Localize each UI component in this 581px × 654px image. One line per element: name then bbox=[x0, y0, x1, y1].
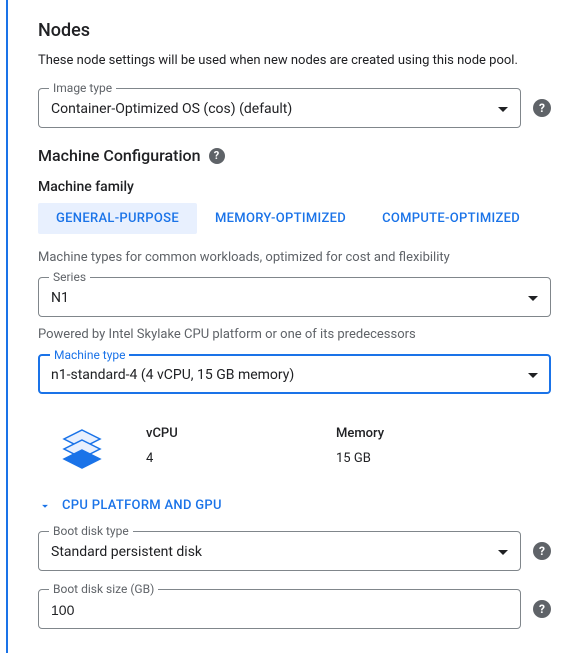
boot-disk-size-value[interactable] bbox=[51, 602, 508, 618]
chevron-down-icon bbox=[528, 296, 538, 301]
help-icon[interactable]: ? bbox=[533, 542, 551, 560]
nodes-description: These node settings will be used when ne… bbox=[38, 53, 551, 68]
boot-disk-type-value: Standard persistent disk bbox=[51, 544, 490, 560]
expander-label: CPU PLATFORM AND GPU bbox=[62, 498, 222, 513]
chevron-down-icon bbox=[528, 373, 538, 378]
boot-disk-size-input[interactable]: Boot disk size (GB) bbox=[38, 589, 521, 629]
nodes-heading: Nodes bbox=[38, 20, 551, 41]
machine-type-label: Machine type bbox=[50, 348, 129, 362]
cpu-platform-gpu-expander[interactable]: CPU PLATFORM AND GPU bbox=[38, 498, 551, 513]
help-icon[interactable]: ? bbox=[533, 99, 551, 117]
tab-memory-optimized[interactable]: MEMORY-OPTIMIZED bbox=[197, 203, 364, 234]
vcpu-value: 4 bbox=[146, 451, 296, 466]
tab-general-purpose[interactable]: GENERAL-PURPOSE bbox=[38, 203, 197, 234]
vcpu-label: vCPU bbox=[146, 426, 296, 441]
image-type-select[interactable]: Image type Container-Optimized OS (cos) … bbox=[38, 88, 521, 128]
memory-value: 15 GB bbox=[336, 451, 486, 466]
tab-compute-optimized[interactable]: COMPUTE-OPTIMIZED bbox=[364, 203, 538, 234]
machine-type-value: n1-standard-4 (4 vCPU, 15 GB memory) bbox=[51, 367, 520, 383]
series-select[interactable]: Series N1 bbox=[38, 277, 551, 317]
boot-disk-type-select[interactable]: Boot disk type Standard persistent disk bbox=[38, 531, 521, 571]
chevron-down-icon bbox=[38, 499, 52, 513]
chevron-down-icon bbox=[498, 550, 508, 555]
series-hint: Powered by Intel Skylake CPU platform or… bbox=[38, 327, 551, 342]
machine-family-tabs: GENERAL-PURPOSE MEMORY-OPTIMIZED COMPUTE… bbox=[38, 203, 551, 234]
machine-config-title: Machine Configuration ? bbox=[38, 146, 551, 165]
series-label: Series bbox=[49, 270, 90, 284]
chevron-down-icon bbox=[498, 107, 508, 112]
series-value: N1 bbox=[51, 290, 520, 306]
image-type-value: Container-Optimized OS (cos) (default) bbox=[51, 101, 490, 117]
machine-type-select[interactable]: Machine type n1-standard-4 (4 vCPU, 15 G… bbox=[38, 354, 551, 394]
stack-icon bbox=[58, 426, 106, 478]
help-icon[interactable]: ? bbox=[533, 600, 551, 618]
help-icon[interactable]: ? bbox=[209, 148, 225, 164]
image-type-label: Image type bbox=[49, 81, 116, 95]
boot-disk-type-label: Boot disk type bbox=[49, 524, 133, 538]
memory-label: Memory bbox=[336, 426, 486, 441]
boot-disk-size-label: Boot disk size (GB) bbox=[49, 582, 158, 596]
machine-family-label: Machine family bbox=[38, 179, 551, 195]
machine-family-hint: Machine types for common workloads, opti… bbox=[38, 250, 551, 265]
machine-specs: vCPU 4 Memory 15 GB bbox=[38, 412, 551, 492]
